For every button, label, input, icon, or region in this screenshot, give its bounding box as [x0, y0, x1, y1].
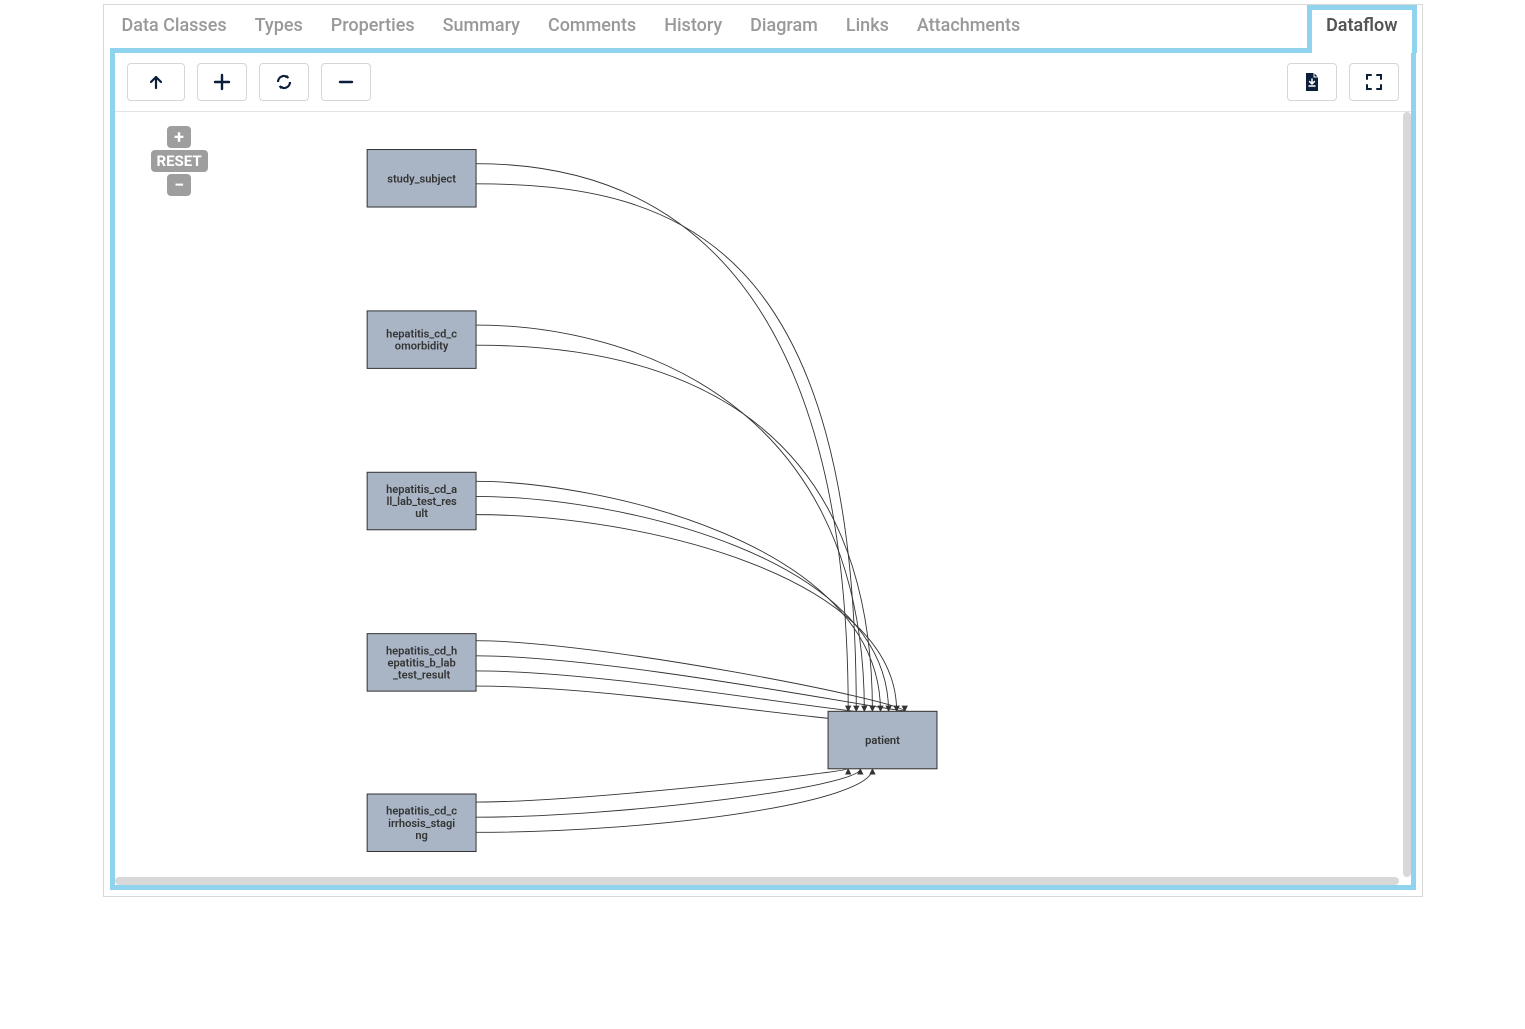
- refresh-icon: [275, 73, 293, 91]
- tab-dataflow[interactable]: Dataflow: [1307, 5, 1416, 53]
- download-button[interactable]: [1287, 63, 1337, 101]
- edge-hepatitis_cd_all_lab_test_result: [476, 515, 897, 712]
- plus-icon: [213, 73, 231, 91]
- fullscreen-button[interactable]: [1349, 63, 1399, 101]
- tab-types[interactable]: Types: [255, 15, 303, 36]
- node-hepatitis_cd_all_lab_test_result[interactable]: hepatitis_cd_all_lab_test_result: [367, 472, 476, 529]
- node-patient[interactable]: patient: [828, 711, 937, 768]
- remove-button[interactable]: [321, 63, 371, 101]
- expand-icon: [1365, 73, 1383, 91]
- edge-study_subject: [476, 164, 848, 712]
- add-button[interactable]: [197, 63, 247, 101]
- dataflow-panel: Dataflow: [110, 48, 1416, 890]
- tab-comments[interactable]: Comments: [548, 15, 636, 36]
- tab-properties[interactable]: Properties: [331, 15, 415, 36]
- zoom-controls: + RESET −: [151, 126, 208, 196]
- zoom-reset-button[interactable]: RESET: [151, 150, 208, 172]
- zoom-in-button[interactable]: +: [167, 126, 191, 148]
- refresh-button[interactable]: [259, 63, 309, 101]
- up-button[interactable]: [127, 63, 185, 101]
- node-study_subject[interactable]: study_subject: [367, 150, 476, 207]
- zoom-out-button[interactable]: −: [167, 174, 191, 196]
- edge-hepatitis_cd_cirrhosis_staging: [476, 769, 860, 817]
- tab-diagram[interactable]: Diagram: [750, 15, 818, 36]
- edge-hepatitis_cd_all_lab_test_result: [476, 496, 889, 711]
- edge-hepatitis_cd_cirrhosis_staging: [476, 769, 848, 802]
- toolbar: [115, 53, 1411, 112]
- svg-text:patient: patient: [865, 734, 900, 747]
- edge-hepatitis_cd_comorbidity: [476, 325, 864, 711]
- tab-history[interactable]: History: [664, 15, 722, 36]
- tab-attachments[interactable]: Attachments: [917, 15, 1020, 36]
- arrow-up-icon: [148, 74, 164, 90]
- edge-hepatitis_cd_comorbidity: [476, 345, 872, 711]
- svg-text:hepatitis_cd_hepatitis_b_lab_t: hepatitis_cd_hepatitis_b_lab_test_result: [385, 644, 456, 681]
- tab-data-classes[interactable]: Data Classes: [122, 15, 227, 36]
- edge-study_subject: [476, 184, 856, 711]
- node-hepatitis_cd_cirrhosis_staging[interactable]: hepatitis_cd_cirrhosis_staging: [367, 794, 476, 851]
- node-hepatitis_cd_comorbidity[interactable]: hepatitis_cd_comorbidity: [367, 311, 476, 368]
- tab-links[interactable]: Links: [846, 15, 889, 36]
- flow-svg: study_subject hepatitis_cd_comorbidityhep…: [115, 112, 1411, 885]
- svg-text:study_subject: study_subject: [387, 172, 456, 185]
- horizontal-scrollbar[interactable]: [115, 877, 1399, 885]
- tab-summary[interactable]: Summary: [443, 15, 520, 36]
- node-hepatitis_cd_hepatitis_b_lab_test_result[interactable]: hepatitis_cd_hepatitis_b_lab_test_result: [367, 634, 476, 691]
- svg-text:hepatitis_cd_comorbidity: hepatitis_cd_comorbidity: [386, 328, 457, 353]
- app-frame: Data Classes Types Properties Summary Co…: [103, 4, 1423, 897]
- diagram-canvas[interactable]: + RESET − study_subject hepatitis_cd_como…: [115, 112, 1411, 885]
- tab-bar: Data Classes Types Properties Summary Co…: [104, 5, 1422, 48]
- minus-icon: [337, 73, 355, 91]
- edge-hepatitis_cd_all_lab_test_result: [476, 481, 880, 711]
- file-download-icon: [1303, 72, 1321, 92]
- vertical-scrollbar[interactable]: [1403, 112, 1411, 877]
